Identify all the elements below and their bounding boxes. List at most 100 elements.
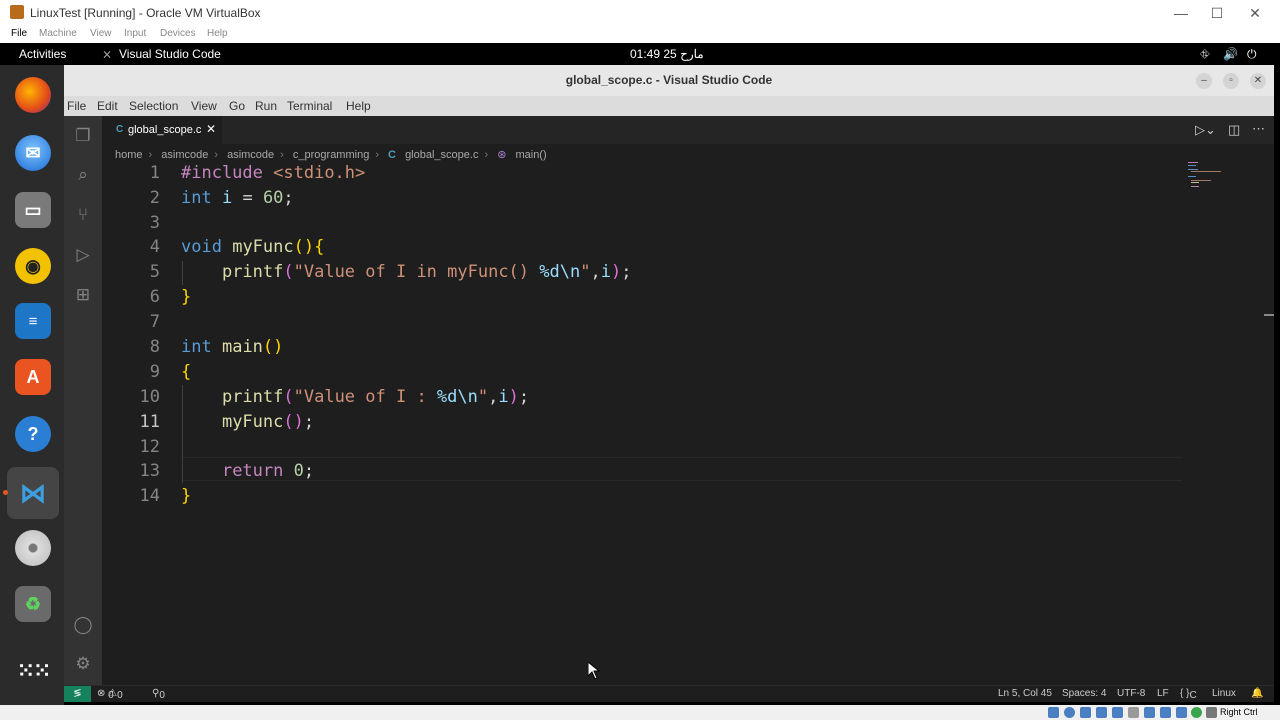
explorer-icon[interactable]: ❐ (72, 125, 94, 147)
line-text: printf("Value of I in myFunc() %d\n",i); (221, 262, 632, 282)
dvd-icon[interactable] (15, 530, 51, 566)
maximize-button[interactable]: ☐ (1202, 3, 1232, 23)
menu-run[interactable]: Run (255, 99, 277, 113)
thunderbird-icon[interactable]: ✉ (15, 135, 51, 171)
virtualbox-icon (10, 5, 24, 19)
rhythmbox-icon[interactable]: ◉ (15, 248, 51, 284)
notifications-bell-icon[interactable]: 🔔 (1251, 688, 1263, 699)
tab-global-scope[interactable]: C global_scope.c ✕ (102, 116, 222, 144)
vbox-menu-machine[interactable]: Machine (39, 28, 77, 39)
breadcrumb-asimcode-2[interactable]: asimcode (227, 149, 274, 161)
problems-indicator[interactable]: ⊗ 0 ⚠ 0 (97, 688, 123, 701)
shared-folder-icon[interactable] (1128, 707, 1139, 718)
volume-icon[interactable]: 🔊 (1223, 47, 1238, 61)
breadcrumb-c-programming[interactable]: c_programming (293, 149, 369, 161)
line-text: void myFunc(){ (181, 237, 325, 257)
vscode-restore-button[interactable]: ▫ (1223, 73, 1239, 89)
audio-icon[interactable] (1080, 707, 1091, 718)
menu-go[interactable]: Go (229, 99, 245, 113)
code-line[interactable]: 14 } (102, 486, 1202, 510)
optical-drive-icon[interactable] (1064, 707, 1075, 718)
line-text: } (181, 287, 192, 307)
code-line[interactable]: 10 printf("Value of I : %d\n",i); (102, 387, 1202, 411)
remote-indicator-button[interactable]: ≶ (64, 686, 91, 702)
activities-button[interactable]: Activities (19, 47, 66, 61)
recording-icon[interactable] (1160, 707, 1171, 718)
code-line[interactable]: 6 } (102, 287, 1202, 311)
breadcrumb-asimcode-1[interactable]: asimcode (161, 149, 208, 161)
menu-view[interactable]: View (191, 99, 217, 113)
ports-indicator[interactable]: ⚲ 0 (152, 688, 165, 701)
source-control-icon[interactable]: ⑂ (72, 204, 94, 226)
menu-selection[interactable]: Selection (129, 99, 178, 113)
firefox-icon[interactable] (15, 77, 51, 113)
vbox-titlebar: LinuxTest [Running] - Oracle VM VirtualB… (0, 0, 1280, 26)
code-line[interactable]: 8 int main() (102, 337, 1202, 361)
vscode-icon[interactable]: ⋈ (15, 475, 51, 511)
vbox-menu-help[interactable]: Help (207, 28, 228, 39)
status-bar: ≶ ⊗ 0 ⚠ 0 ⚲ 0 Ln 5, Col 45 Spaces: 4 UTF… (64, 685, 1274, 702)
extensions-icon[interactable]: ⊞ (72, 284, 94, 306)
menu-terminal[interactable]: Terminal (287, 99, 332, 113)
code-line[interactable]: 5 printf("Value of I in myFunc() %d\n",i… (102, 262, 1202, 286)
close-button[interactable]: ✕ (1240, 3, 1270, 23)
keyboard-icon[interactable] (1206, 707, 1217, 718)
libreoffice-writer-icon[interactable]: ≡ (15, 303, 51, 339)
breadcrumb-file[interactable]: global_scope.c (405, 149, 478, 161)
trash-icon[interactable]: ♻ (15, 586, 51, 622)
line-number: 13 (139, 461, 160, 481)
hdd-icon[interactable] (1048, 707, 1059, 718)
vbox-menu-devices[interactable]: Devices (160, 28, 196, 39)
settings-gear-icon[interactable]: ⚙ (72, 653, 94, 675)
usb-icon[interactable] (1112, 707, 1123, 718)
line-number: 14 (139, 486, 160, 506)
code-line[interactable]: 12 (102, 437, 1202, 461)
code-line[interactable]: 9 { (102, 362, 1202, 386)
tab-close-icon[interactable]: ✕ (206, 122, 216, 136)
breadcrumb-main[interactable]: main() (515, 149, 546, 161)
menu-file[interactable]: File (67, 99, 86, 113)
vbox-menu-input[interactable]: Input (124, 28, 146, 39)
files-icon[interactable]: ▭ (15, 192, 51, 228)
code-line[interactable]: 1 #include <stdio.h> (102, 163, 1202, 187)
encoding-indicator[interactable]: UTF-8 (1117, 688, 1145, 699)
language-indicator[interactable]: { } C (1180, 688, 1197, 701)
accounts-icon[interactable]: ◯ (72, 614, 94, 636)
run-debug-icon[interactable]: ▷ (72, 244, 94, 266)
power-icon[interactable]: ⏻ (1247, 47, 1257, 62)
app-menu[interactable]: Visual Studio Code (119, 47, 221, 61)
menu-edit[interactable]: Edit (97, 99, 118, 113)
indentation-indicator[interactable]: Spaces: 4 (1062, 688, 1106, 699)
platform-indicator[interactable]: Linux (1212, 688, 1236, 699)
minimap[interactable] (1188, 162, 1228, 192)
vscode-close-button[interactable]: ✕ (1250, 73, 1266, 89)
display-icon[interactable] (1144, 707, 1155, 718)
menu-help[interactable]: Help (346, 99, 371, 113)
more-actions-icon[interactable]: ⋯ (1252, 121, 1265, 137)
code-line[interactable]: 3 (102, 213, 1202, 237)
help-icon[interactable]: ? (15, 416, 51, 452)
code-line[interactable]: 7 (102, 312, 1202, 336)
search-icon[interactable]: ⌕ (72, 164, 94, 186)
vscode-menubar: File Edit Selection View Go Run Terminal… (64, 96, 1274, 116)
code-line[interactable]: 13 return 0; (102, 461, 1202, 485)
vbox-menu-view[interactable]: View (90, 28, 112, 39)
vbox-menu-file[interactable]: File (11, 28, 27, 39)
run-file-icon[interactable]: ▷⌄ (1195, 122, 1216, 138)
code-line[interactable]: 2 int i = 60; (102, 188, 1202, 212)
eol-indicator[interactable]: LF (1157, 688, 1169, 699)
cursor-position[interactable]: Ln 5, Col 45 (998, 688, 1052, 699)
network-icon[interactable]: ⛗ (1200, 47, 1210, 62)
code-line[interactable]: 4 void myFunc(){ (102, 237, 1202, 261)
clock[interactable]: 01:49 مارح 25 (630, 47, 704, 61)
code-line-current[interactable]: 11 myFunc(); (102, 412, 1202, 436)
mouse-integration-icon[interactable] (1191, 707, 1202, 718)
split-editor-icon[interactable]: ◫ (1228, 122, 1240, 138)
vscode-minimize-button[interactable]: – (1196, 73, 1212, 89)
network-adapter-icon[interactable] (1096, 707, 1107, 718)
show-apps-icon[interactable]: ⁙⁙ (15, 653, 52, 689)
minimize-button[interactable]: — (1166, 3, 1196, 23)
app-center-icon[interactable]: A (15, 359, 51, 395)
cpu-icon[interactable] (1176, 707, 1187, 718)
breadcrumb-home[interactable]: home (115, 149, 143, 161)
